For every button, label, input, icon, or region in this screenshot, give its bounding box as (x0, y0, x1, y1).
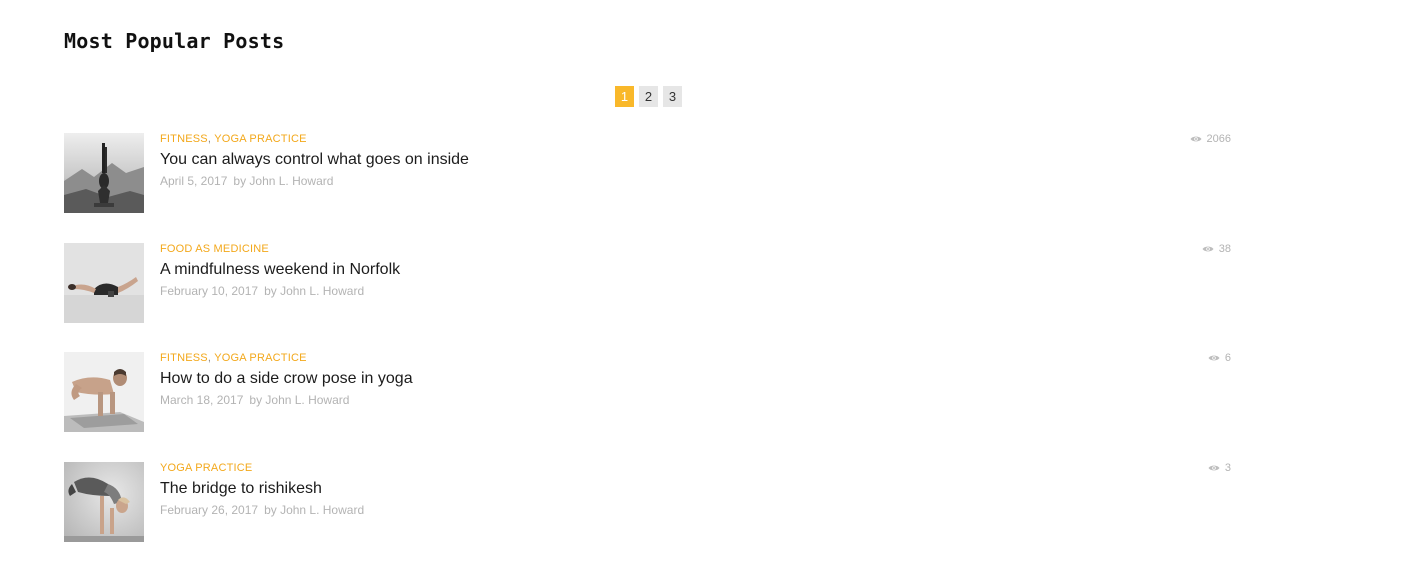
widget-title: Most Popular Posts (64, 29, 285, 53)
post-thumbnail[interactable] (64, 461, 144, 542)
list-item: FOOD AS MEDICINE A mindfulness weekend i… (64, 242, 1231, 323)
list-item: FITNESS, YOGA PRACTICE You can always co… (64, 133, 1231, 213)
yoga-headstand-photo (64, 133, 144, 213)
eye-icon (1208, 355, 1220, 361)
crow-pose-photo (64, 461, 144, 542)
post-date: February 26, 2017 (160, 502, 259, 517)
view-count-value: 2066 (1206, 133, 1231, 145)
popular-posts-widget: Most Popular Posts 1 2 3 FITNESS, YOGA P… (64, 28, 1231, 542)
post-date: February 10, 2017 (160, 283, 259, 298)
post-thumbnail[interactable] (64, 242, 144, 323)
post-author[interactable]: by John L. Howard (264, 503, 364, 517)
post-meta: April 5, 2017 by John L. Howard (160, 174, 1231, 188)
eye-icon (1208, 465, 1220, 470)
list-item: FITNESS, YOGA PRACTICE How to do a side … (64, 352, 1231, 432)
page-button-1[interactable]: 1 (615, 86, 634, 107)
post-title-link[interactable]: You can always control what goes on insi… (160, 150, 469, 170)
view-count: 38 (1202, 243, 1231, 255)
post-categories: FITNESS, YOGA PRACTICE (160, 133, 1231, 145)
eye-icon (1202, 246, 1214, 251)
category-link[interactable]: FITNESS (160, 352, 208, 364)
view-count-value: 6 (1224, 352, 1231, 364)
post-title-link[interactable]: The bridge to rishikesh (160, 479, 322, 499)
post-meta: February 10, 2017 by John L. Howard (160, 284, 1231, 298)
pagination: 1 2 3 (615, 86, 682, 107)
list-item: YOGA PRACTICE The bridge to rishikesh Fe… (64, 461, 1231, 542)
category-link[interactable]: YOGA PRACTICE (214, 133, 306, 145)
category-link[interactable]: YOGA PRACTICE (160, 462, 252, 474)
post-categories: FOOD AS MEDICINE (160, 243, 1231, 255)
post-author[interactable]: by John L. Howard (264, 284, 364, 298)
post-categories: FITNESS, YOGA PRACTICE (160, 352, 1231, 364)
post-meta: March 18, 2017 by John L. Howard (160, 393, 1231, 407)
view-count-value: 3 (1224, 461, 1231, 474)
eye-icon (1190, 136, 1202, 142)
post-list: FITNESS, YOGA PRACTICE You can always co… (64, 133, 1231, 571)
post-meta: February 26, 2017 by John L. Howard (160, 503, 1231, 517)
post-title-link[interactable]: How to do a side crow pose in yoga (160, 369, 413, 389)
view-count-value: 38 (1218, 242, 1231, 255)
category-link[interactable]: FOOD AS MEDICINE (160, 243, 269, 255)
view-count: 2066 (1190, 133, 1231, 145)
category-link[interactable]: YOGA PRACTICE (214, 352, 306, 364)
view-count: 3 (1208, 462, 1231, 474)
post-thumbnail[interactable] (64, 133, 144, 213)
post-thumbnail[interactable] (64, 352, 144, 432)
view-count: 6 (1208, 352, 1231, 364)
page-button-2[interactable]: 2 (639, 86, 658, 107)
page-button-3[interactable]: 3 (663, 86, 682, 107)
post-date: April 5, 2017 (160, 174, 228, 188)
post-author[interactable]: by John L. Howard (233, 174, 333, 188)
post-title-link[interactable]: A mindfulness weekend in Norfolk (160, 260, 400, 280)
yoga-backbend-photo (64, 242, 144, 323)
post-categories: YOGA PRACTICE (160, 462, 1231, 474)
side-crow-pose-photo (64, 352, 144, 432)
post-author[interactable]: by John L. Howard (249, 393, 349, 407)
category-link[interactable]: FITNESS (160, 133, 208, 145)
post-date: March 18, 2017 (160, 393, 244, 407)
